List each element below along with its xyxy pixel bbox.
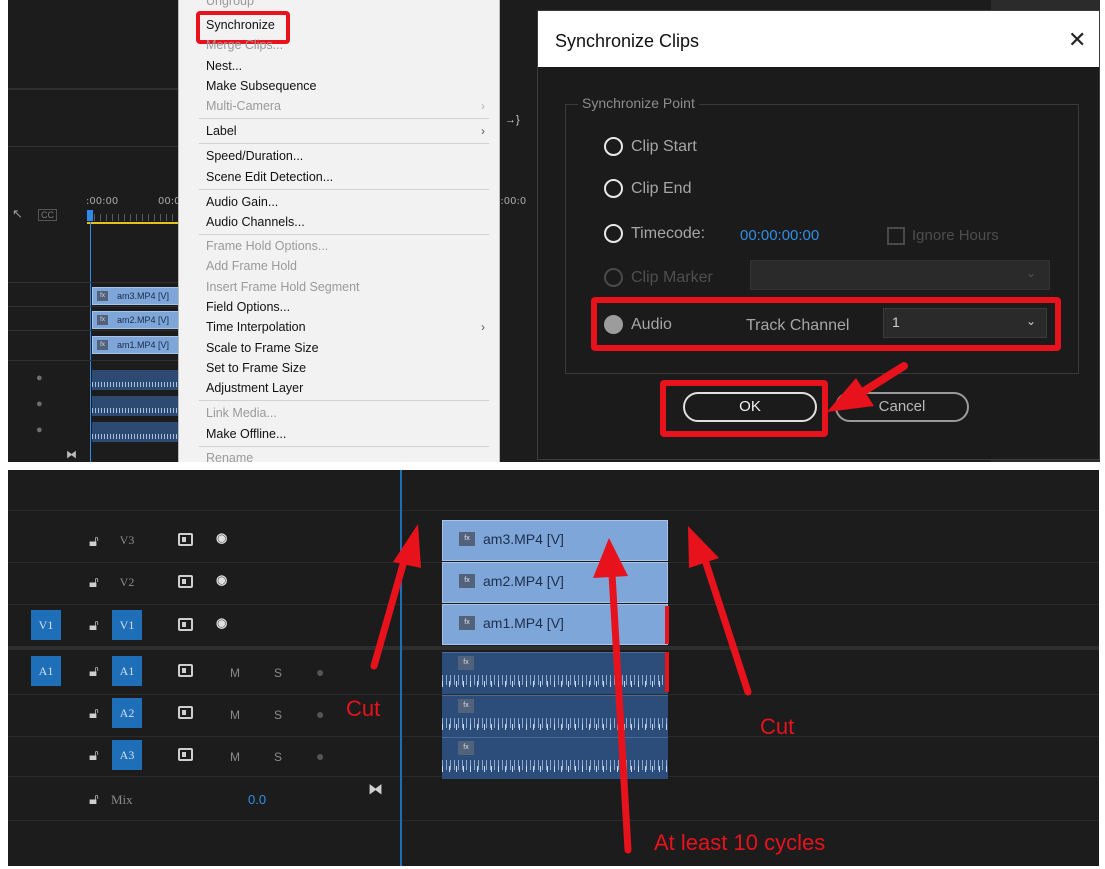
arrow-head <box>688 526 719 568</box>
cut-left-arrow <box>370 550 410 670</box>
annotation-cycles: At least 10 cycles <box>654 830 826 855</box>
arrow-head <box>393 524 421 568</box>
bottom-screenshot-panel: 🔓︎ V3 ◉ 🔓︎ V2 ◉ V1 🔓︎ V1 ◉ A1 🔓︎ A1 M S … <box>8 470 1099 866</box>
arrow-head <box>593 538 628 578</box>
arrow-head <box>827 378 874 412</box>
annotation-cut-left: Cut <box>346 696 381 721</box>
cycles-arrow <box>608 570 632 854</box>
arrow-shaft <box>857 362 908 397</box>
annotation-cut-right: Cut <box>760 714 795 739</box>
cut-right-arrow <box>701 556 752 696</box>
top-screenshot-panel: ↖ CC :00:00 00:0 2:00:0 fx am3.MP4 [V] f… <box>8 0 1100 462</box>
annotation-arrows <box>370 524 752 854</box>
annotation-arrow-ok <box>827 362 908 412</box>
